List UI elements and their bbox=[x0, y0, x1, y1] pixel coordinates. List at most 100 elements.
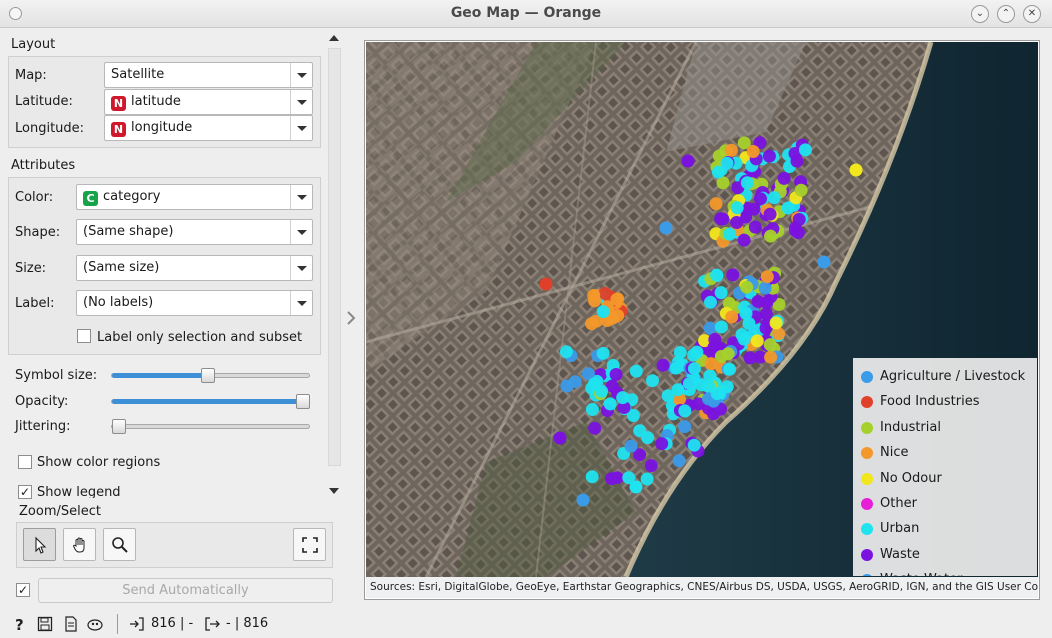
data-point[interactable] bbox=[792, 213, 806, 226]
data-point[interactable] bbox=[754, 192, 767, 206]
data-point[interactable] bbox=[726, 268, 740, 282]
data-point[interactable] bbox=[609, 368, 623, 381]
color-select[interactable]: Ccategory bbox=[76, 184, 313, 210]
data-point[interactable] bbox=[724, 143, 738, 157]
data-point[interactable] bbox=[750, 334, 764, 348]
data-point[interactable] bbox=[703, 369, 717, 383]
data-point[interactable] bbox=[539, 277, 553, 291]
size-select[interactable]: (Same size) bbox=[76, 255, 313, 281]
data-point[interactable] bbox=[714, 286, 728, 300]
scrollbar-thumb[interactable] bbox=[328, 48, 341, 466]
jittering-slider[interactable] bbox=[111, 419, 310, 434]
data-point[interactable] bbox=[764, 229, 777, 243]
data-point[interactable] bbox=[669, 361, 683, 375]
report-icon[interactable] bbox=[63, 616, 79, 632]
select-tool-button[interactable] bbox=[23, 528, 56, 561]
data-point[interactable] bbox=[725, 310, 739, 324]
data-point[interactable] bbox=[714, 320, 728, 334]
minimize-icon[interactable]: ⌄ bbox=[971, 5, 989, 23]
data-point[interactable] bbox=[777, 171, 791, 185]
data-point[interactable] bbox=[740, 280, 754, 294]
symbol-size-slider[interactable] bbox=[111, 368, 310, 383]
panel-scrollbar[interactable] bbox=[326, 30, 342, 500]
data-point[interactable] bbox=[716, 212, 730, 226]
data-point[interactable] bbox=[763, 338, 777, 352]
data-point[interactable] bbox=[730, 216, 744, 229]
opacity-slider-handle[interactable] bbox=[296, 394, 310, 409]
data-point[interactable] bbox=[710, 268, 724, 282]
data-point[interactable] bbox=[849, 163, 863, 177]
data-point[interactable] bbox=[759, 307, 773, 321]
data-point[interactable] bbox=[720, 156, 734, 170]
data-point[interactable] bbox=[629, 480, 643, 494]
data-point[interactable] bbox=[682, 377, 696, 391]
data-point[interactable] bbox=[576, 493, 590, 507]
data-point[interactable] bbox=[763, 207, 777, 221]
chevron-right-icon[interactable] bbox=[346, 311, 356, 325]
data-point[interactable] bbox=[790, 154, 804, 168]
data-point[interactable] bbox=[791, 226, 805, 240]
map-legend[interactable]: Agriculture / Livestock Food Industries In… bbox=[853, 358, 1037, 576]
label-only-selection-checkbox[interactable] bbox=[77, 329, 91, 343]
data-point[interactable] bbox=[721, 347, 735, 361]
data-point[interactable] bbox=[781, 201, 795, 215]
data-point[interactable] bbox=[767, 191, 781, 205]
maximize-icon[interactable]: ⌃ bbox=[997, 5, 1015, 23]
data-point[interactable] bbox=[817, 255, 831, 269]
send-automatically-button[interactable]: Send Automatically bbox=[38, 578, 333, 603]
latitude-select[interactable]: Nlatitude bbox=[104, 89, 313, 115]
data-point[interactable] bbox=[769, 316, 783, 330]
data-point[interactable] bbox=[751, 295, 765, 308]
data-point[interactable] bbox=[629, 364, 643, 378]
data-point[interactable] bbox=[703, 321, 717, 335]
data-point[interactable] bbox=[585, 470, 599, 484]
symbol-size-slider-handle[interactable] bbox=[201, 368, 215, 383]
scroll-up-icon[interactable] bbox=[329, 35, 339, 41]
data-point[interactable] bbox=[588, 421, 602, 435]
data-point[interactable] bbox=[798, 143, 812, 157]
data-point[interactable] bbox=[690, 345, 704, 359]
paint-icon[interactable] bbox=[87, 616, 103, 632]
data-point[interactable] bbox=[644, 459, 658, 473]
data-point[interactable] bbox=[723, 362, 737, 376]
data-point[interactable] bbox=[681, 154, 695, 168]
shape-select[interactable]: (Same shape) bbox=[76, 219, 313, 245]
data-point[interactable] bbox=[656, 358, 670, 372]
data-point[interactable] bbox=[704, 357, 718, 371]
show-color-regions-checkbox[interactable] bbox=[18, 455, 32, 469]
zoom-to-fit-button[interactable] bbox=[293, 528, 326, 561]
data-point[interactable] bbox=[616, 391, 630, 405]
data-point[interactable] bbox=[687, 362, 701, 376]
data-point[interactable] bbox=[704, 295, 717, 309]
data-point[interactable] bbox=[709, 197, 723, 211]
pan-tool-button[interactable] bbox=[63, 528, 96, 561]
data-point[interactable] bbox=[659, 221, 673, 235]
data-point[interactable] bbox=[553, 431, 567, 445]
data-point[interactable] bbox=[758, 281, 772, 295]
scroll-down-icon[interactable] bbox=[329, 488, 339, 494]
zoom-tool-button[interactable] bbox=[103, 528, 136, 561]
data-point[interactable] bbox=[794, 183, 808, 197]
data-point[interactable] bbox=[588, 294, 602, 308]
data-point[interactable] bbox=[687, 438, 701, 452]
jittering-slider-handle[interactable] bbox=[112, 419, 126, 434]
data-point[interactable] bbox=[646, 374, 659, 388]
save-icon[interactable] bbox=[37, 616, 53, 632]
data-point[interactable] bbox=[641, 431, 655, 445]
data-point[interactable] bbox=[672, 454, 686, 468]
data-point[interactable] bbox=[678, 404, 692, 418]
data-point[interactable] bbox=[760, 270, 774, 284]
label-select[interactable]: (No labels) bbox=[76, 290, 313, 316]
send-automatically-checkbox[interactable]: ✓ bbox=[16, 583, 30, 597]
close-icon[interactable]: ✕ bbox=[1023, 5, 1041, 23]
show-legend-checkbox[interactable]: ✓ bbox=[18, 485, 32, 499]
data-point[interactable] bbox=[585, 317, 599, 331]
data-point[interactable] bbox=[596, 305, 610, 319]
data-point[interactable] bbox=[772, 327, 786, 341]
data-point[interactable] bbox=[661, 389, 675, 403]
data-point[interactable] bbox=[678, 420, 692, 434]
data-point[interactable] bbox=[605, 472, 618, 486]
data-point[interactable] bbox=[710, 387, 724, 401]
data-point[interactable] bbox=[762, 149, 776, 163]
data-point[interactable] bbox=[640, 472, 654, 486]
